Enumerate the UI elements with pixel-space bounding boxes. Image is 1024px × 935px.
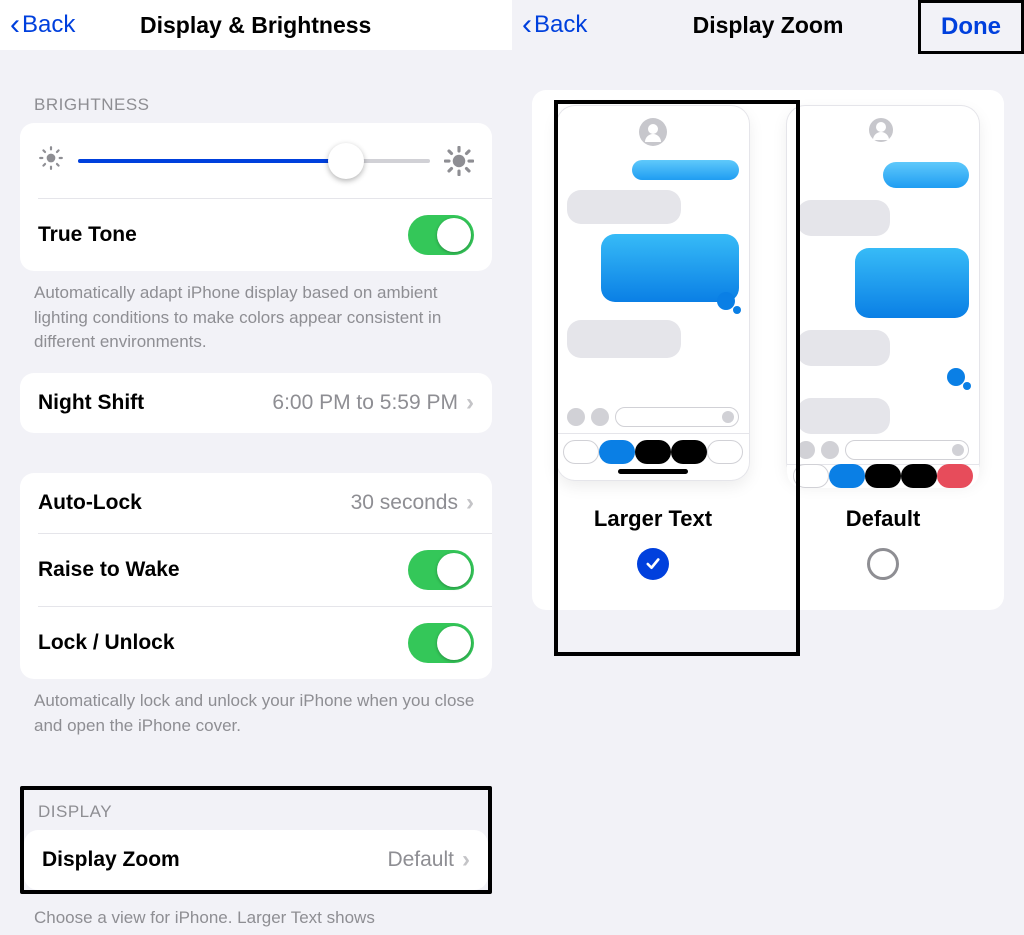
chevron-right-icon: ›: [462, 846, 470, 874]
back-label: Back: [534, 11, 587, 39]
typing-indicator-icon: [947, 368, 965, 386]
brightness-slider[interactable]: [78, 159, 430, 163]
camera-icon: [797, 441, 815, 459]
auto-lock-label: Auto-Lock: [38, 491, 142, 515]
raise-to-wake-toggle[interactable]: [408, 550, 474, 590]
page-title: Display & Brightness: [140, 12, 371, 39]
true-tone-row: True Tone: [20, 199, 492, 271]
preview-larger-text: [557, 106, 749, 480]
home-indicator-icon: [618, 469, 688, 474]
true-tone-toggle[interactable]: [408, 215, 474, 255]
zoom-options-card: Larger Text: [532, 90, 1004, 610]
display-zoom-value: Default: [387, 848, 454, 872]
camera-icon: [567, 408, 585, 426]
lock-unlock-footer: Automatically lock and unlock your iPhon…: [20, 679, 492, 756]
slider-thumb[interactable]: [328, 143, 364, 179]
display-zoom-row[interactable]: Display Zoom Default ›: [24, 830, 488, 890]
chevron-right-icon: ›: [466, 389, 474, 417]
message-input-icon: [615, 407, 739, 427]
auto-lock-row[interactable]: Auto-Lock 30 seconds ›: [20, 473, 492, 533]
chevron-right-icon: ›: [466, 489, 474, 517]
lock-unlock-label: Lock / Unlock: [38, 631, 175, 655]
apps-icon: [591, 408, 609, 426]
apps-icon: [821, 441, 839, 459]
check-icon: [644, 555, 662, 573]
chevron-left-icon: ‹: [10, 13, 20, 37]
display-zoom-highlight: Display Display Zoom Default ›: [20, 786, 492, 894]
sun-max-icon: [444, 146, 474, 176]
brightness-slider-row[interactable]: [20, 123, 492, 198]
lock-card: Auto-Lock 30 seconds › Raise to Wake Loc…: [20, 473, 492, 679]
message-input-icon: [845, 440, 969, 460]
display-zoom-screen: ‹ Back Display Zoom Done: [512, 0, 1024, 935]
brightness-card: True Tone: [20, 123, 492, 271]
true-tone-label: True Tone: [38, 223, 137, 247]
navbar-right: ‹ Back Display Zoom Done: [512, 0, 1024, 50]
back-button[interactable]: ‹ Back: [522, 11, 587, 39]
display-zoom-label: Display Zoom: [42, 848, 180, 872]
display-zoom-footer: Choose a view for iPhone. Larger Text sh…: [20, 894, 492, 935]
night-shift-label: Night Shift: [38, 391, 144, 415]
raise-to-wake-row: Raise to Wake: [20, 534, 492, 606]
option-default[interactable]: Default: [778, 106, 988, 580]
night-shift-row[interactable]: Night Shift 6:00 PM to 5:59 PM ›: [20, 373, 492, 433]
raise-to-wake-label: Raise to Wake: [38, 558, 180, 582]
sun-min-icon: [38, 145, 64, 176]
brightness-header: Brightness: [34, 95, 492, 115]
true-tone-footer: Automatically adapt iPhone display based…: [20, 271, 492, 373]
night-shift-value: 6:00 PM to 5:59 PM: [272, 391, 458, 415]
back-button[interactable]: ‹ Back: [10, 11, 75, 39]
lock-unlock-toggle[interactable]: [408, 623, 474, 663]
page-title: Display Zoom: [693, 12, 844, 39]
option-label-default: Default: [846, 506, 921, 532]
radio-larger-text[interactable]: [637, 548, 669, 580]
auto-lock-value: 30 seconds: [351, 491, 458, 515]
avatar-icon: [639, 118, 667, 146]
option-label-larger-text: Larger Text: [594, 506, 712, 532]
option-larger-text[interactable]: Larger Text: [548, 106, 758, 580]
night-shift-card: Night Shift 6:00 PM to 5:59 PM ›: [20, 373, 492, 433]
chevron-left-icon: ‹: [522, 13, 532, 37]
typing-indicator-icon: [717, 292, 735, 310]
display-brightness-screen: ‹ Back Display & Brightness Brightness: [0, 0, 512, 935]
display-header: Display: [38, 802, 488, 822]
lock-unlock-row: Lock / Unlock: [20, 607, 492, 679]
back-label: Back: [22, 11, 75, 39]
preview-default: [787, 106, 979, 480]
radio-default[interactable]: [867, 548, 899, 580]
navbar-left: ‹ Back Display & Brightness: [0, 0, 512, 50]
avatar-icon: [869, 118, 893, 142]
done-button[interactable]: Done: [918, 0, 1024, 54]
